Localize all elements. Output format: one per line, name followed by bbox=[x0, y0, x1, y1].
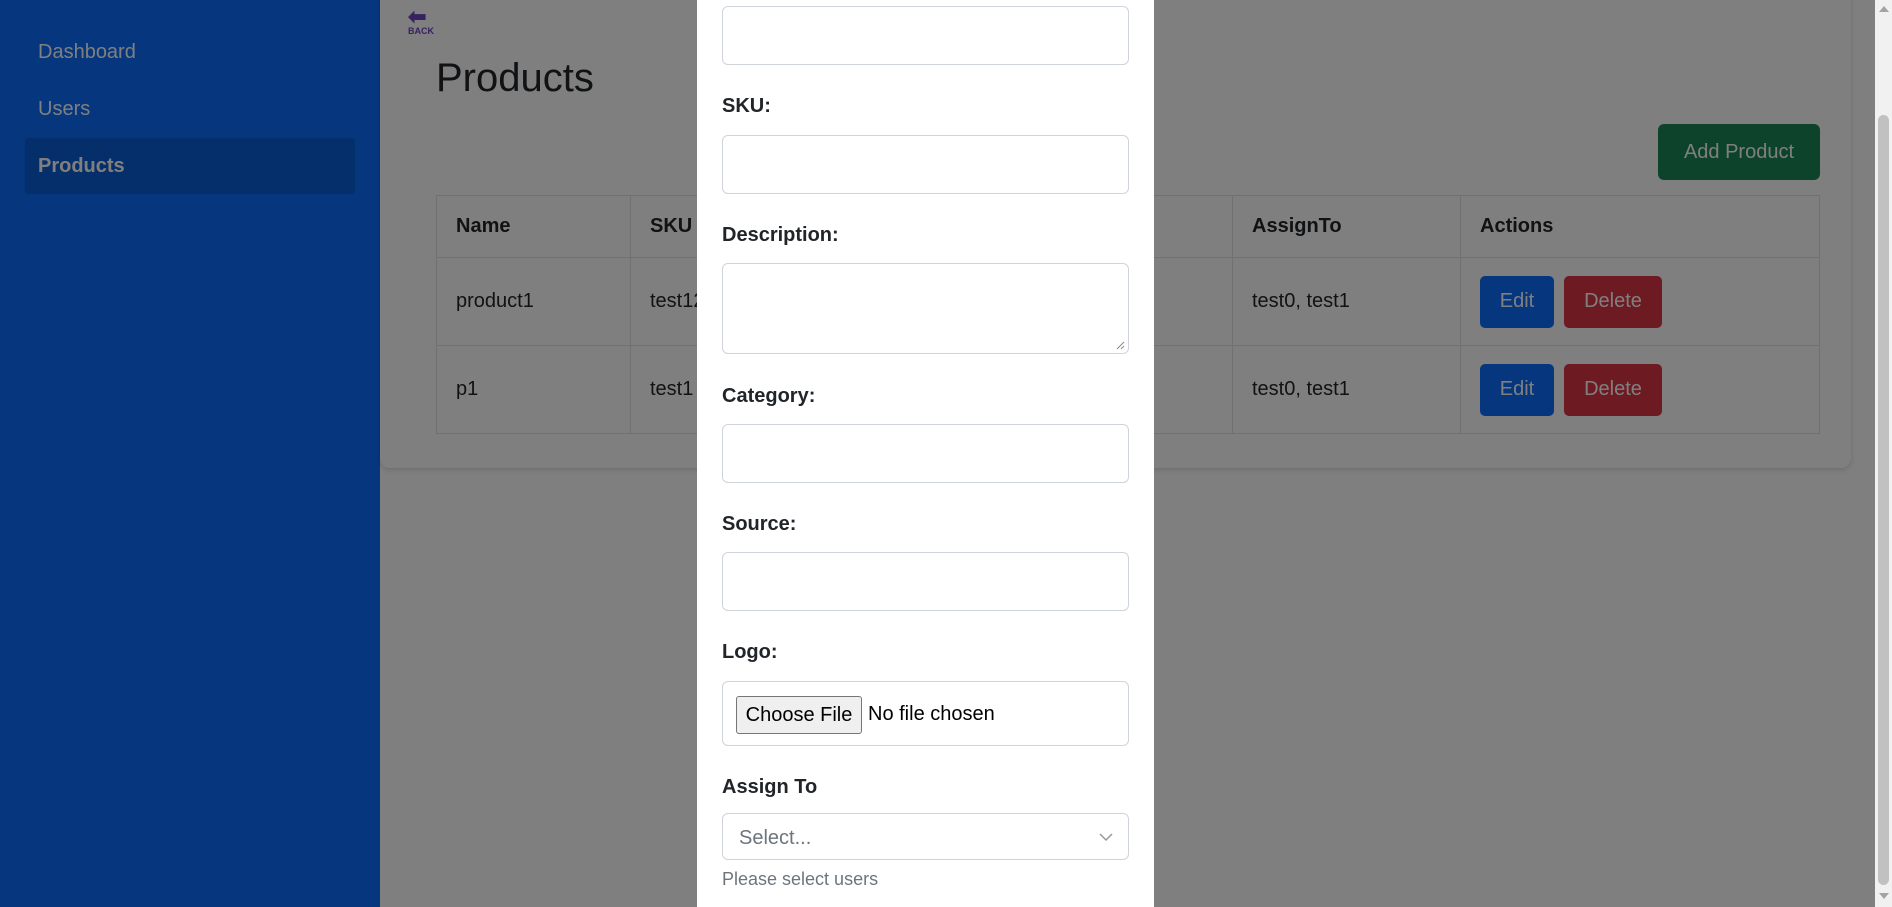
category-label: Category: bbox=[722, 385, 816, 407]
assign-to-select[interactable]: Select... bbox=[722, 813, 1129, 860]
description-textarea[interactable] bbox=[722, 263, 1129, 354]
sku-input[interactable] bbox=[722, 135, 1129, 194]
category-input[interactable] bbox=[722, 424, 1129, 483]
assign-to-label: Assign To bbox=[722, 776, 818, 798]
page-scrollbar[interactable] bbox=[1875, 0, 1892, 907]
source-input[interactable] bbox=[722, 552, 1129, 611]
select-placeholder: Select... bbox=[739, 827, 812, 849]
file-status: No file chosen bbox=[868, 703, 995, 725]
resize-grip-icon[interactable] bbox=[1115, 340, 1125, 350]
scroll-down-icon[interactable] bbox=[1879, 893, 1889, 899]
choose-file-button[interactable]: Choose File bbox=[736, 696, 862, 734]
source-label: Source: bbox=[722, 513, 797, 535]
chevron-down-icon bbox=[1099, 833, 1113, 842]
add-product-modal: SKU: Description: Category: Source: Logo… bbox=[697, 0, 1154, 907]
scroll-up-icon[interactable] bbox=[1879, 6, 1889, 12]
sku-label: SKU: bbox=[722, 95, 771, 117]
description-label: Description: bbox=[722, 224, 839, 246]
name-input[interactable] bbox=[722, 6, 1129, 65]
scrollbar-thumb[interactable] bbox=[1878, 115, 1889, 885]
logo-file-input: Choose File No file chosen bbox=[722, 681, 1129, 746]
logo-label: Logo: bbox=[722, 641, 778, 663]
assign-to-help-text: Please select users bbox=[722, 869, 879, 889]
